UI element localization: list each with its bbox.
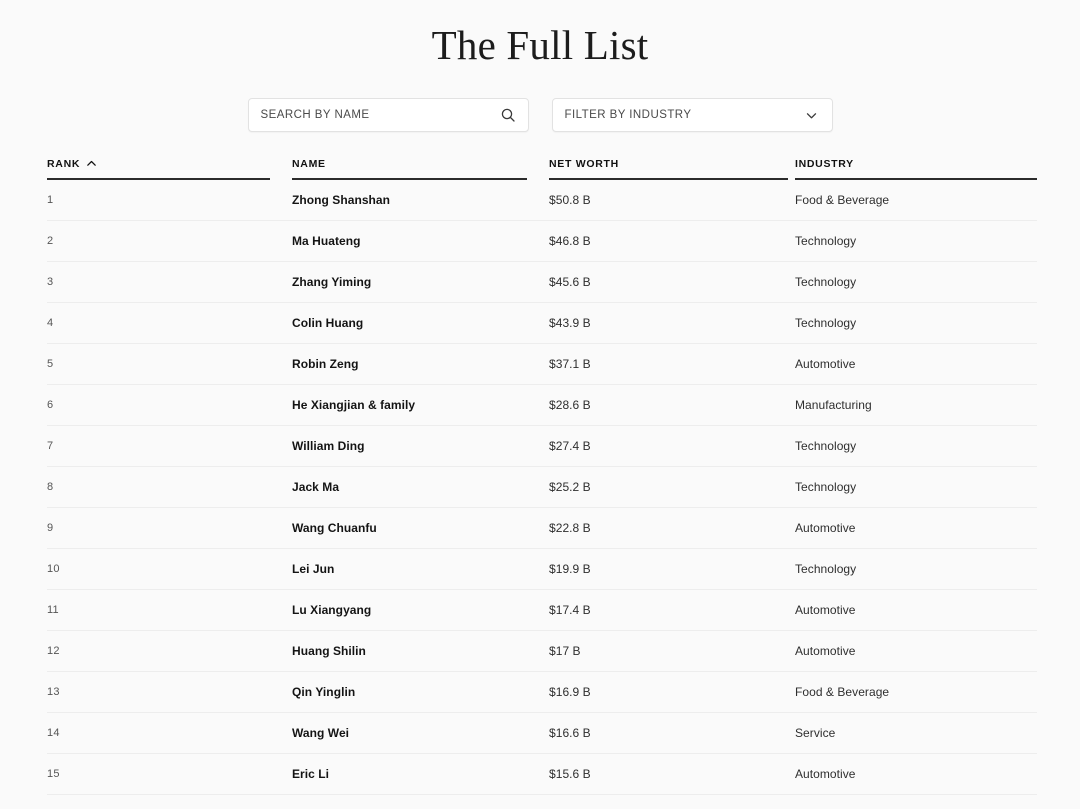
list-controls: FILTER BY INDUSTRY	[0, 98, 1080, 133]
cell-worth: $17 B	[549, 644, 581, 658]
cell-rank: 4	[47, 317, 54, 329]
table-row[interactable]: 14 Wang Wei $16.6 B Service	[47, 713, 1037, 754]
table-header-row: RANK NAME NET WORTH INDUSTRY	[47, 152, 1037, 180]
cell-rank: 7	[47, 440, 54, 452]
table-row[interactable]: 4 Colin Huang $43.9 B Technology	[47, 303, 1037, 344]
column-header-net-worth-label: NET WORTH	[549, 158, 619, 170]
cell-rank: 2	[47, 235, 54, 247]
cell-name: Wang Wei	[292, 726, 350, 740]
cell-industry: Technology	[795, 562, 857, 576]
cell-name: Zhong Shanshan	[292, 193, 391, 207]
page-title: The Full List	[431, 22, 649, 68]
chevron-down-icon[interactable]	[804, 107, 820, 123]
cell-rank: 1	[47, 194, 54, 206]
cell-worth: $17.4 B	[549, 603, 591, 617]
table-row[interactable]: 15 Eric Li $15.6 B Automotive	[47, 754, 1037, 795]
cell-name: Jack Ma	[292, 480, 340, 494]
table-row[interactable]: 5 Robin Zeng $37.1 B Automotive	[47, 344, 1037, 385]
cell-worth: $46.8 B	[549, 234, 591, 248]
cell-worth: $25.2 B	[549, 480, 591, 494]
column-header-industry[interactable]: INDUSTRY	[795, 158, 1037, 180]
cell-name: Colin Huang	[292, 316, 364, 330]
cell-worth: $43.9 B	[549, 316, 591, 330]
cell-industry: Automotive	[795, 767, 856, 781]
table-row[interactable]: 7 William Ding $27.4 B Technology	[47, 426, 1037, 467]
cell-industry: Automotive	[795, 603, 856, 617]
table-body: 1 Zhong Shanshan $50.8 B Food & Beverage 2 Ma…	[47, 180, 1037, 795]
column-header-name-label: NAME	[292, 158, 326, 170]
cell-rank: 11	[47, 604, 59, 616]
search-icon[interactable]	[500, 107, 516, 123]
cell-worth: $50.8 B	[549, 193, 591, 207]
cell-name: Qin Yinglin	[292, 685, 356, 699]
cell-rank: 6	[47, 399, 54, 411]
cell-name: William Ding	[292, 439, 365, 453]
cell-industry: Technology	[795, 275, 857, 289]
cell-name: Wang Chuanfu	[292, 521, 377, 535]
full-list-page: The Full List FILTER BY INDUSTRY R	[0, 0, 1080, 809]
cell-name: Ma Huateng	[292, 234, 361, 248]
table-row[interactable]: 13 Qin Yinglin $16.9 B Food & Beverage	[47, 672, 1037, 713]
table-row[interactable]: 12 Huang Shilin $17 B Automotive	[47, 631, 1037, 672]
cell-worth: $28.6 B	[549, 398, 591, 412]
cell-rank: 15	[47, 768, 60, 780]
cell-name: Huang Shilin	[292, 644, 366, 658]
column-header-industry-label: INDUSTRY	[795, 158, 854, 170]
cell-industry: Technology	[795, 439, 857, 453]
search-input[interactable]	[260, 99, 500, 132]
cell-industry: Automotive	[795, 644, 856, 658]
cell-name: Eric Li	[292, 767, 330, 781]
cell-worth: $45.6 B	[549, 275, 591, 289]
table-row[interactable]: 1 Zhong Shanshan $50.8 B Food & Beverage	[47, 180, 1037, 221]
table-row[interactable]: 2 Ma Huateng $46.8 B Technology	[47, 221, 1037, 262]
cell-industry: Automotive	[795, 521, 856, 535]
cell-industry: Food & Beverage	[795, 193, 890, 207]
column-header-net-worth[interactable]: NET WORTH	[549, 158, 795, 180]
filter-by-industry-select[interactable]: FILTER BY INDUSTRY	[551, 98, 833, 133]
column-header-name[interactable]: NAME	[292, 158, 549, 180]
cell-name: He Xiangjian & family	[292, 398, 416, 412]
cell-name: Lei Jun	[292, 562, 335, 576]
search-by-name-field[interactable]	[247, 98, 529, 133]
chevron-up-icon[interactable]	[86, 158, 97, 169]
cell-industry: Technology	[795, 234, 857, 248]
cell-rank: 5	[47, 358, 54, 370]
cell-name: Robin Zeng	[292, 357, 359, 371]
cell-rank: 14	[47, 727, 60, 739]
cell-industry: Service	[795, 726, 836, 740]
cell-industry: Manufacturing	[795, 398, 872, 412]
cell-industry: Technology	[795, 480, 857, 494]
cell-rank: 8	[47, 481, 54, 493]
cell-name: Lu Xiangyang	[292, 603, 372, 617]
cell-worth: $16.6 B	[549, 726, 591, 740]
table-row[interactable]: 8 Jack Ma $25.2 B Technology	[47, 467, 1037, 508]
cell-industry: Automotive	[795, 357, 856, 371]
cell-rank: 3	[47, 276, 54, 288]
table-row[interactable]: 9 Wang Chuanfu $22.8 B Automotive	[47, 508, 1037, 549]
cell-rank: 10	[47, 563, 60, 575]
cell-worth: $19.9 B	[549, 562, 591, 576]
cell-industry: Food & Beverage	[795, 685, 890, 699]
cell-industry: Technology	[795, 316, 857, 330]
cell-rank: 12	[47, 645, 60, 657]
cell-worth: $15.6 B	[549, 767, 591, 781]
cell-rank: 13	[47, 686, 60, 698]
cell-name: Zhang Yiming	[292, 275, 372, 289]
cell-worth: $37.1 B	[549, 357, 591, 371]
filter-by-industry-label: FILTER BY INDUSTRY	[564, 109, 692, 122]
cell-worth: $27.4 B	[549, 439, 591, 453]
column-header-rank-label: RANK	[47, 158, 81, 170]
column-header-rank[interactable]: RANK	[47, 158, 292, 180]
table-row[interactable]: 11 Lu Xiangyang $17.4 B Automotive	[47, 590, 1037, 631]
cell-worth: $16.9 B	[549, 685, 591, 699]
table-row[interactable]: 6 He Xiangjian & family $28.6 B Manufacturi…	[47, 385, 1037, 426]
table-row[interactable]: 3 Zhang Yiming $45.6 B Technology	[47, 262, 1037, 303]
cell-worth: $22.8 B	[549, 521, 591, 535]
full-list-table: RANK NAME NET WORTH INDUSTRY 1 Zhong Shan…	[47, 152, 1037, 795]
table-row[interactable]: 10 Lei Jun $19.9 B Technology	[47, 549, 1037, 590]
cell-rank: 9	[47, 522, 54, 534]
